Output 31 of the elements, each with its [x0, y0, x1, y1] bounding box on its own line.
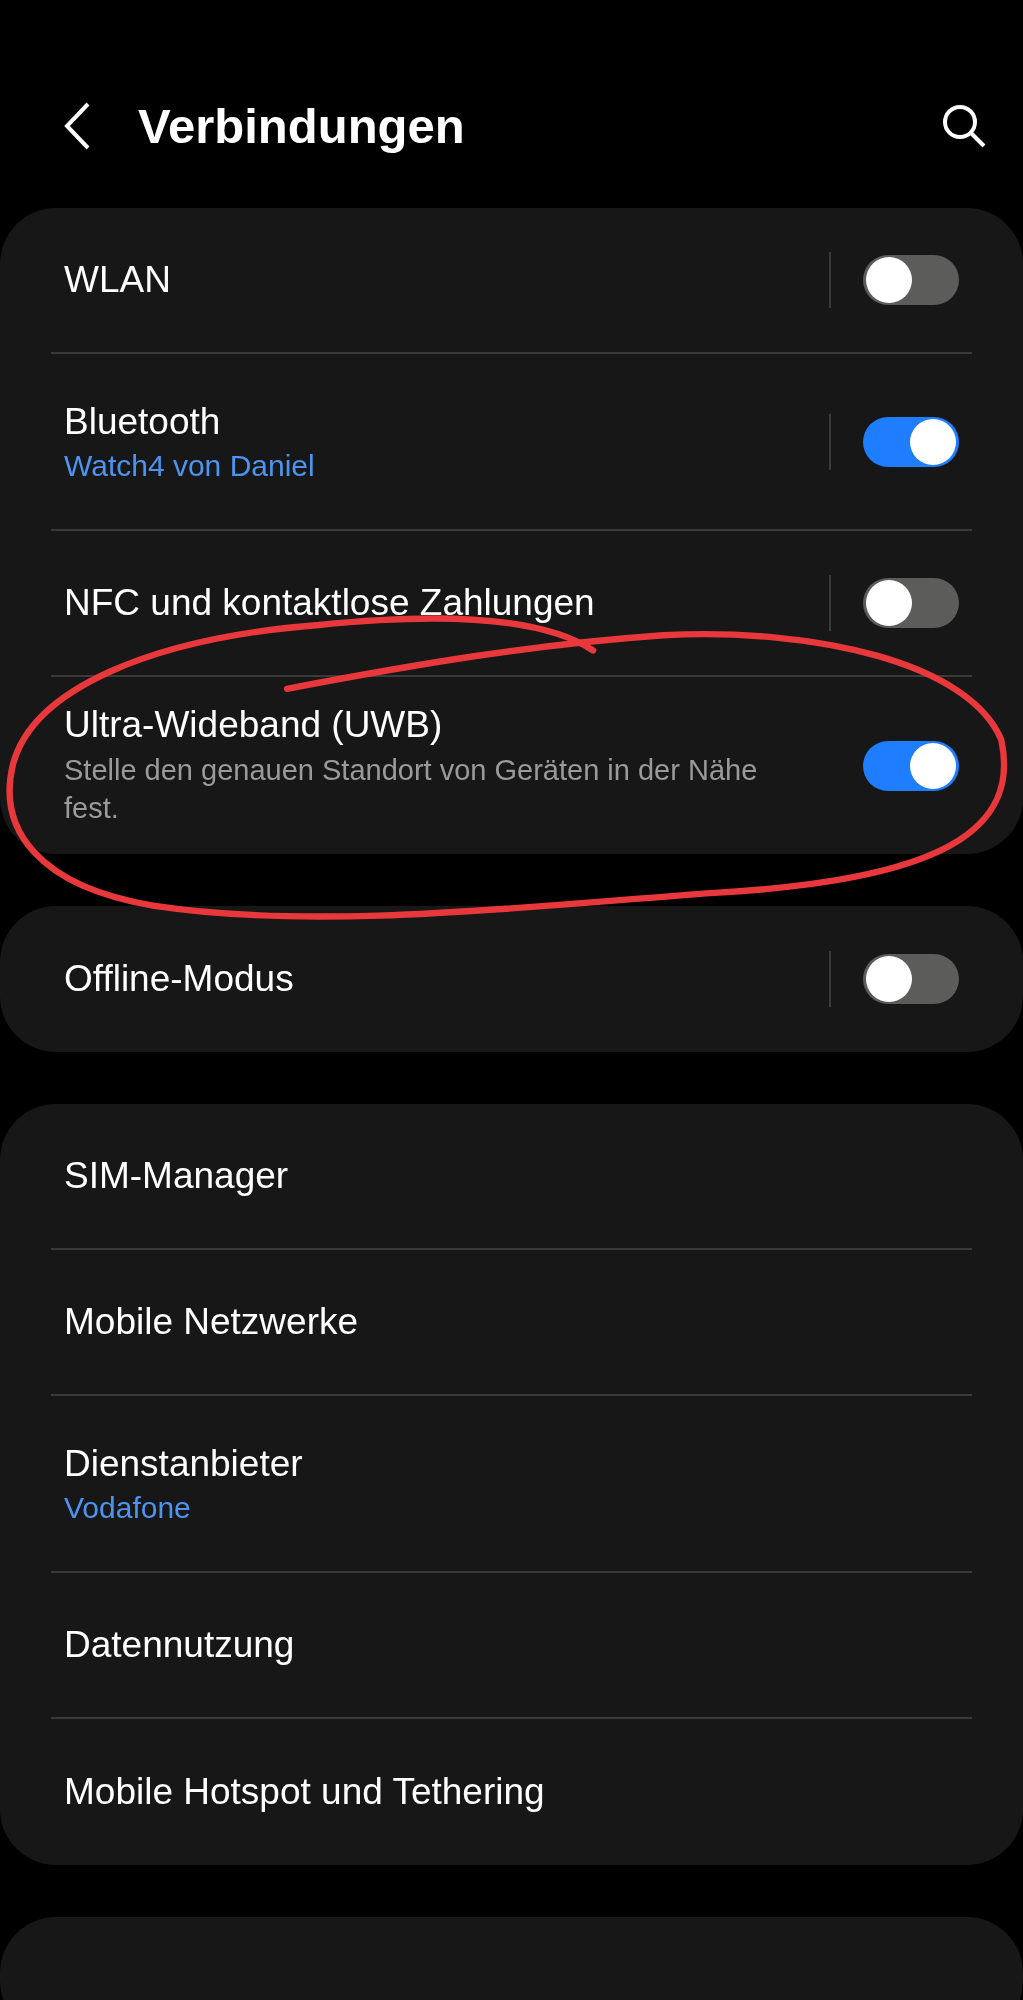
row-status: Watch4 von Daniel	[64, 448, 316, 483]
settings-row[interactable]: Ultra-Wideband (UWB) Stelle den genauen Standort von Geräten in der Nähe fest.	[51, 677, 972, 854]
row-description: Stelle den genauen Standort von Geräten in der Nähe fest.	[64, 752, 759, 826]
row-title: SIM-Manager	[64, 1155, 290, 1197]
settings-row[interactable]: Mobile Hotspot und Tethering	[51, 1719, 972, 1865]
toggle-switch[interactable]	[863, 954, 959, 1004]
settings-row[interactable]: Offline-Modus	[51, 906, 972, 1052]
toggle-switch[interactable]	[863, 416, 959, 467]
page-title: Verbindungen	[138, 98, 466, 154]
toggle-switch[interactable]	[863, 578, 959, 628]
row-title: WLAN	[64, 259, 172, 301]
back-icon	[62, 101, 92, 151]
row-title: Datennutzung	[64, 1624, 296, 1666]
search-icon	[941, 103, 987, 149]
row-title: Dienstanbieter	[64, 1442, 304, 1485]
settings-row[interactable]: Mobile Netzwerke	[51, 1250, 972, 1396]
row-title: Mobile Netzwerke	[64, 1301, 360, 1343]
row-title: NFC und kontaktlose Zahlungen	[64, 582, 596, 624]
settings-row[interactable]: Dienstanbieter Vodafone	[51, 1396, 972, 1573]
settings-row[interactable]: Datennutzung	[51, 1573, 972, 1719]
toggle-switch[interactable]	[863, 255, 959, 305]
settings-row[interactable]: SIM-Manager	[51, 1104, 972, 1250]
toggle-switch[interactable]	[863, 740, 959, 791]
settings-row[interactable]: WLAN	[51, 208, 972, 354]
row-title: Ultra-Wideband (UWB)	[64, 703, 444, 746]
settings-row[interactable]: Bluetooth Watch4 von Daniel	[51, 354, 972, 531]
row-title: Mobile Hotspot und Tethering	[64, 1771, 546, 1813]
settings-row[interactable]: NFC und kontaktlose Zahlungen	[51, 531, 972, 677]
row-status: Vodafone	[64, 1490, 192, 1525]
row-title: Bluetooth	[64, 400, 222, 443]
row-title: Offline-Modus	[64, 958, 295, 1000]
